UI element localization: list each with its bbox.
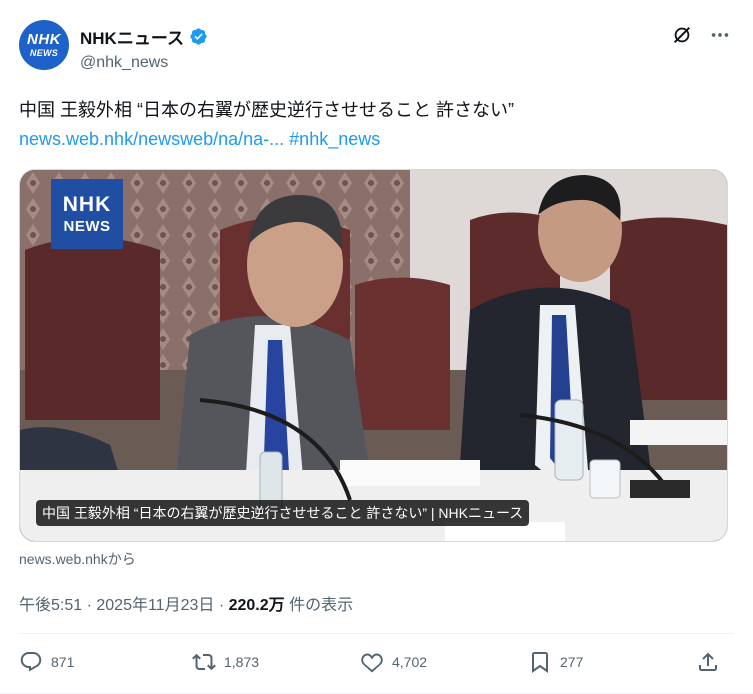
- share-icon: [699, 652, 717, 671]
- display-name[interactable]: NHKニュース: [80, 24, 184, 49]
- bookmark-button[interactable]: 277: [528, 650, 583, 674]
- nhk-news-logo: NHK NEWS: [51, 179, 123, 249]
- tweet-text: 中国 王毅外相 “日本の右翼が歴史逆行させせること 許さない”: [19, 100, 514, 120]
- link-card[interactable]: NHK NEWS 中国 王毅外相 “日本の右翼が歴史逆行させせること 許さない”…: [19, 169, 728, 542]
- reply-icon: [20, 652, 42, 672]
- avatar[interactable]: NHK NEWS: [19, 20, 69, 70]
- nhk-logo-line2: NEWS: [63, 218, 111, 235]
- like-button[interactable]: 4,702: [360, 650, 427, 674]
- avatar-text-line1: NHK: [27, 31, 61, 48]
- like-count: 4,702: [392, 654, 428, 670]
- like-icon: [361, 653, 383, 673]
- divider: [19, 633, 734, 634]
- action-bar: 871 1,873 4,702 277: [19, 650, 725, 676]
- verified-badge-icon: [190, 28, 207, 45]
- retweet-icon: [192, 653, 216, 671]
- tweet-date[interactable]: 2025年11月23日: [96, 597, 214, 614]
- more-icon[interactable]: [709, 24, 731, 46]
- tweet-meta: 午後5:51 · 2025年11月23日 · 220.2万 件の表示: [19, 591, 353, 615]
- handle[interactable]: @nhk_news: [80, 54, 208, 72]
- tweet-links: news.web.nhk/newsweb/na/na-... #nhk_news: [19, 129, 380, 150]
- reply-button[interactable]: 871: [19, 650, 74, 674]
- view-count: 220.2万: [228, 597, 285, 614]
- bookmark-icon: [532, 652, 548, 673]
- hashtag-link[interactable]: #nhk_news: [289, 129, 380, 149]
- view-label: 件の表示: [284, 597, 354, 614]
- news-photo: [20, 170, 727, 541]
- avatar-text-line2: NEWS: [29, 48, 59, 58]
- share-button[interactable]: [696, 650, 720, 674]
- grok-icon[interactable]: [671, 24, 693, 46]
- bookmark-count: 277: [560, 654, 584, 670]
- meta-separator: ·: [214, 597, 229, 614]
- nhk-logo-line1: NHK: [62, 193, 112, 216]
- reply-count: 871: [51, 654, 75, 670]
- article-link[interactable]: news.web.nhk/newsweb/na/na-...: [19, 129, 284, 149]
- card-source[interactable]: news.web.nhkから: [19, 549, 136, 569]
- meta-separator: ·: [82, 597, 97, 614]
- tweet-header: NHK NEWS NHKニュース @nhk_news: [19, 20, 739, 72]
- tweet-time[interactable]: 午後5:51: [19, 597, 82, 614]
- card-title: 中国 王毅外相 “日本の右翼が歴史逆行させせること 許さない” | NHKニュー…: [36, 500, 530, 526]
- retweet-count: 1,873: [224, 654, 260, 670]
- author-info: NHKニュース @nhk_news: [80, 24, 208, 72]
- retweet-button[interactable]: 1,873: [192, 650, 259, 674]
